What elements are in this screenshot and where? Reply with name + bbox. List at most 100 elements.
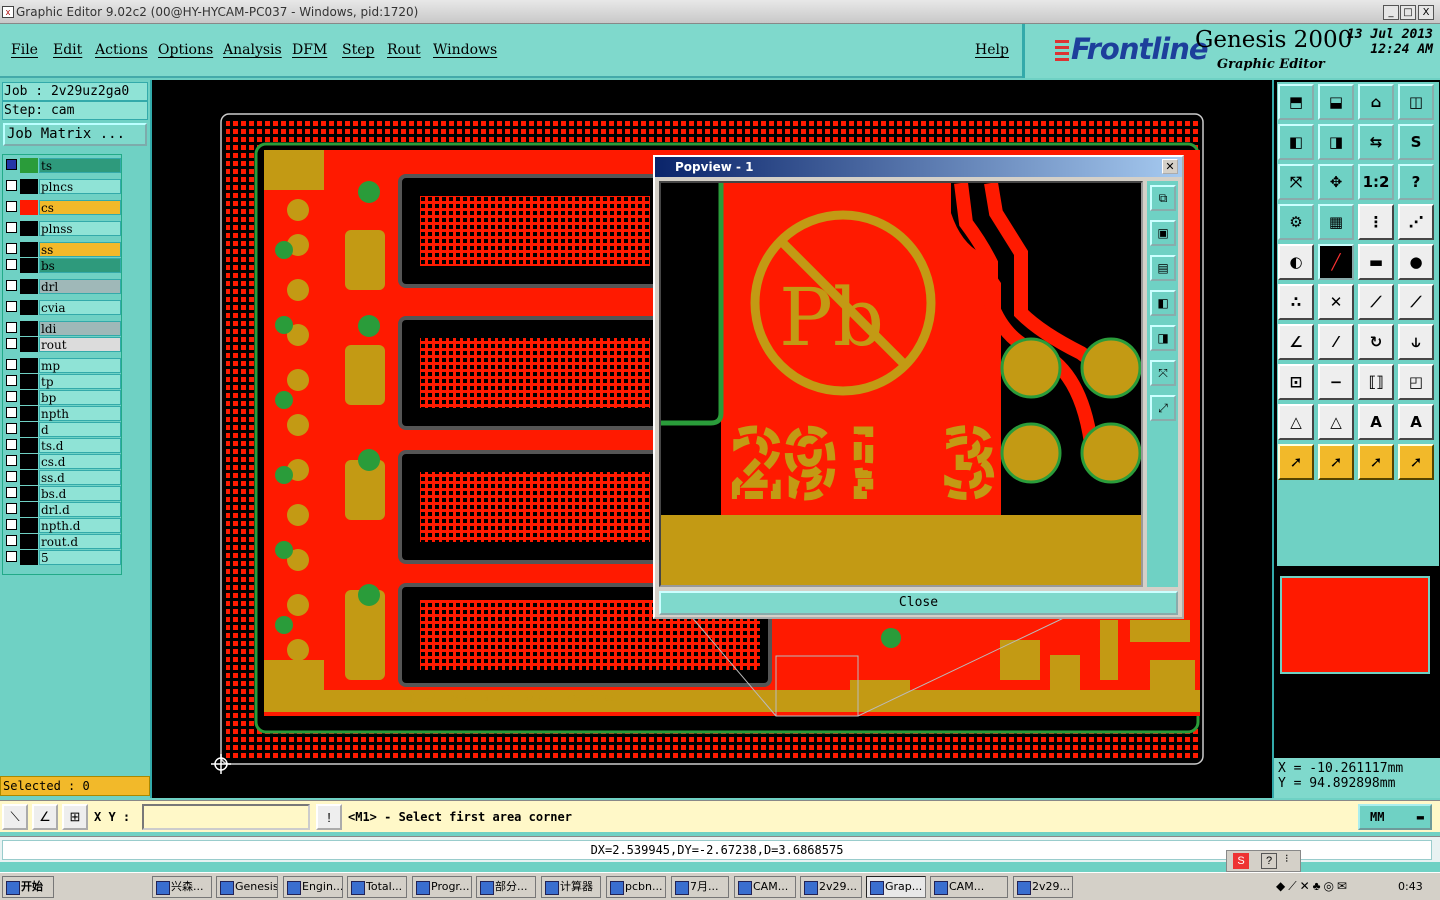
pointer-circle-icon[interactable]: ➚ bbox=[1358, 444, 1394, 480]
layer-checkbox[interactable] bbox=[6, 375, 17, 386]
taskbar-item[interactable]: CAM... bbox=[930, 876, 1008, 898]
layer-row-ts-d[interactable]: ts.d bbox=[4, 438, 122, 453]
snap-mode-icon[interactable]: ⟍ bbox=[2, 804, 28, 830]
units-select[interactable]: MM ▬ bbox=[1358, 804, 1432, 830]
layer-checkbox[interactable] bbox=[6, 180, 17, 191]
taskbar-item[interactable]: Grap... bbox=[866, 876, 926, 898]
taskbar-item[interactable]: 计算器 bbox=[541, 876, 601, 898]
pv-pan-right-icon[interactable]: ◨ bbox=[1150, 325, 1176, 351]
net-icon[interactable]: ⋰ bbox=[1398, 204, 1434, 240]
pan-right-icon[interactable]: ◨ bbox=[1318, 124, 1354, 160]
layer-row-npth[interactable]: npth bbox=[4, 406, 122, 421]
layer-checkbox[interactable] bbox=[6, 201, 17, 212]
layer-row-drl-d[interactable]: drl.d bbox=[4, 502, 122, 517]
pointer-box-icon[interactable]: ➚ bbox=[1318, 444, 1354, 480]
grid-mode-icon[interactable]: ⊞ bbox=[62, 804, 88, 830]
layer-checkbox[interactable] bbox=[6, 487, 17, 498]
layer-row-ts[interactable]: ts bbox=[4, 158, 122, 173]
select-pad-icon[interactable]: ◐ bbox=[1278, 244, 1314, 280]
taskbar-item[interactable]: Progr... bbox=[412, 876, 472, 898]
minus-icon[interactable]: − bbox=[1318, 364, 1354, 400]
close-button[interactable]: X bbox=[1418, 5, 1434, 20]
slash-icon[interactable]: ⁄ bbox=[1318, 324, 1354, 360]
shapes-icon[interactable]: ◰ bbox=[1398, 364, 1434, 400]
taskbar-item[interactable]: Genesis bbox=[216, 876, 278, 898]
taskbar-item[interactable]: CAM... bbox=[734, 876, 796, 898]
center-icon[interactable]: ✥ bbox=[1318, 164, 1354, 200]
layer-row-cvia[interactable]: cvia bbox=[4, 300, 122, 315]
tri-3-icon[interactable]: A bbox=[1358, 404, 1394, 440]
zoom-in-icon[interactable]: ⬓ bbox=[1318, 84, 1354, 120]
layer-row-plnss[interactable]: plnss bbox=[4, 221, 122, 236]
menu-options[interactable]: Options bbox=[158, 42, 213, 58]
layer-row-ss[interactable]: ss bbox=[4, 242, 122, 257]
tri-2-icon[interactable]: △ bbox=[1318, 404, 1354, 440]
pointer-net-icon[interactable]: ➚ bbox=[1398, 444, 1434, 480]
menu-analysis[interactable]: Analysis bbox=[223, 42, 282, 58]
layer-row-cs-d[interactable]: cs.d bbox=[4, 454, 122, 469]
layer-checkbox[interactable] bbox=[6, 535, 17, 546]
one-to-two-icon[interactable]: 1:2 bbox=[1358, 164, 1394, 200]
cross-icon[interactable]: ✕ bbox=[1318, 284, 1354, 320]
layer-checkbox[interactable] bbox=[6, 322, 17, 333]
ruler-icon[interactable]: ▬ bbox=[1358, 244, 1394, 280]
grid-icon[interactable]: ▦ bbox=[1318, 204, 1354, 240]
taskbar-item[interactable]: 2v29... bbox=[800, 876, 862, 898]
layer-row-plncs[interactable]: plncs bbox=[4, 179, 122, 194]
layer-checkbox[interactable] bbox=[6, 471, 17, 482]
bracket-icon[interactable]: ⟦⟧ bbox=[1358, 364, 1394, 400]
layer-row-rout[interactable]: rout bbox=[4, 337, 122, 352]
pv-zoom-home-icon[interactable]: ⧉ bbox=[1150, 185, 1176, 211]
taskbar-item[interactable]: Engin... bbox=[283, 876, 343, 898]
popview-close-button[interactable]: Close bbox=[659, 591, 1178, 615]
menu-step[interactable]: Step bbox=[342, 42, 374, 58]
menu-rout[interactable]: Rout bbox=[387, 42, 421, 58]
taskbar-item[interactable]: 兴森... bbox=[152, 876, 212, 898]
pv-pan-left-icon[interactable]: ◧ bbox=[1150, 290, 1176, 316]
layer-row-npth-d[interactable]: npth.d bbox=[4, 518, 122, 533]
zoom-home-icon[interactable]: ⬒ bbox=[1278, 84, 1314, 120]
tri-1-icon[interactable]: △ bbox=[1278, 404, 1314, 440]
job-matrix-button[interactable]: Job Matrix ... bbox=[3, 123, 147, 146]
tri-4-icon[interactable]: A bbox=[1398, 404, 1434, 440]
ime-menu-icon[interactable]: ⁝ bbox=[1285, 852, 1289, 865]
swap-icon[interactable]: ⇆ bbox=[1358, 124, 1394, 160]
layer-checkbox[interactable] bbox=[6, 407, 17, 418]
layer-row-drl[interactable]: drl bbox=[4, 279, 122, 294]
layer-row-d[interactable]: d bbox=[4, 422, 122, 437]
layer-row-mp[interactable]: mp bbox=[4, 358, 122, 373]
measure-icon[interactable]: ⋮ bbox=[1358, 204, 1394, 240]
taskbar-item[interactable]: Total... bbox=[347, 876, 407, 898]
ime-toolbar[interactable]: S ? ⁝ bbox=[1226, 850, 1301, 872]
mini-map[interactable] bbox=[1276, 572, 1436, 674]
connect-icon[interactable]: ∴ bbox=[1278, 284, 1314, 320]
menu-help[interactable]: Help bbox=[975, 42, 1009, 58]
layer-checkbox[interactable] bbox=[6, 222, 17, 233]
taskbar-item[interactable]: 7月... bbox=[671, 876, 729, 898]
menu-windows[interactable]: Windows bbox=[433, 42, 497, 58]
popview-canvas[interactable]: Pb 29! 3 bbox=[659, 181, 1143, 587]
layer-row-ldi[interactable]: ldi bbox=[4, 321, 122, 336]
snap-icon[interactable]: S bbox=[1398, 124, 1434, 160]
pv-zoom-in-icon[interactable]: ▣ bbox=[1150, 220, 1176, 246]
minimize-button[interactable]: _ bbox=[1383, 5, 1399, 20]
start-button[interactable]: 开始 bbox=[2, 876, 54, 898]
help-icon[interactable]: ? bbox=[1398, 164, 1434, 200]
select-line-icon[interactable]: ╱ bbox=[1318, 244, 1354, 280]
fit-icon[interactable]: ⤧ bbox=[1278, 164, 1314, 200]
xy-input[interactable] bbox=[142, 804, 310, 830]
arc-icon[interactable]: ↻ bbox=[1358, 324, 1394, 360]
pv-redraw-icon[interactable]: ⤢ bbox=[1150, 395, 1176, 421]
taskbar-item[interactable]: 部分... bbox=[476, 876, 536, 898]
layer-row-ss-d[interactable]: ss.d bbox=[4, 470, 122, 485]
layer-checkbox[interactable] bbox=[6, 159, 17, 170]
layer-row-5[interactable]: 5 bbox=[4, 550, 122, 565]
taskbar-item[interactable]: pcbn... bbox=[606, 876, 666, 898]
layer-checkbox[interactable] bbox=[6, 551, 17, 562]
alert-icon[interactable]: ! bbox=[316, 804, 342, 830]
zoom-window-icon[interactable]: ◫ bbox=[1398, 84, 1434, 120]
layer-checkbox[interactable] bbox=[6, 280, 17, 291]
line-move-icon[interactable]: ⟋ bbox=[1398, 284, 1434, 320]
sogou-icon[interactable]: S bbox=[1233, 853, 1249, 869]
layer-row-tp[interactable]: tp bbox=[4, 374, 122, 389]
